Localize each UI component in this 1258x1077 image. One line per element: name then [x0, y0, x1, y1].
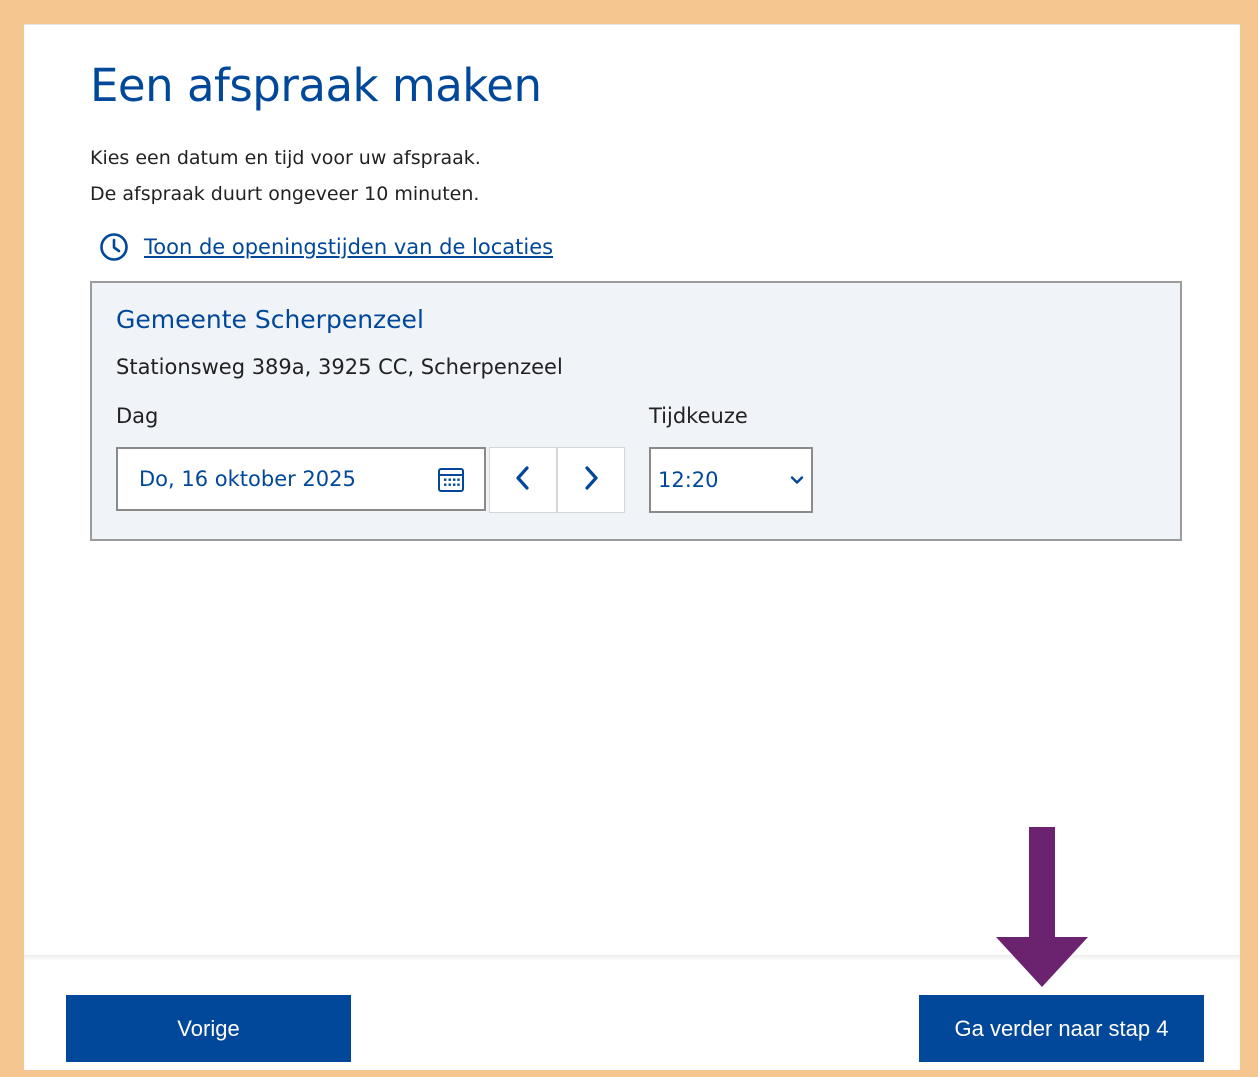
- opening-hours-link[interactable]: Toon de openingstijden van de locaties: [144, 235, 553, 259]
- location-name: Gemeente Scherpenzeel: [116, 305, 424, 334]
- appointment-page: Een afspraak maken Kies een datum en tij…: [24, 24, 1240, 1070]
- page-title: Een afspraak maken: [90, 59, 542, 112]
- time-select[interactable]: 12:20: [649, 447, 813, 513]
- clock-icon: [98, 231, 130, 263]
- next-day-button[interactable]: [557, 447, 625, 513]
- chevron-right-icon: [581, 465, 601, 496]
- chevron-down-icon: [789, 472, 805, 488]
- previous-day-button[interactable]: [489, 447, 557, 513]
- calendar-icon[interactable]: [436, 464, 466, 494]
- day-label: Dag: [116, 404, 159, 428]
- intro-text-date-time: Kies een datum en tijd voor uw afspraak.: [90, 147, 481, 169]
- arrow-down-icon: [996, 827, 1088, 989]
- location-address: Stationsweg 389a, 3925 CC, Scherpenzeel: [116, 355, 563, 379]
- date-picker-field[interactable]: Do, 16 oktober 2025: [116, 447, 486, 511]
- selected-time: 12:20: [658, 468, 719, 492]
- next-step-button[interactable]: Ga verder naar stap 4: [919, 995, 1204, 1062]
- selected-date: Do, 16 oktober 2025: [139, 467, 356, 491]
- intro-text-duration: De afspraak duurt ongeveer 10 minuten.: [90, 183, 480, 205]
- location-card: Gemeente Scherpenzeel Stationsweg 389a, …: [90, 281, 1182, 541]
- opening-hours-row: Toon de openingstijden van de locaties: [98, 231, 553, 263]
- chevron-left-icon: [513, 465, 533, 496]
- time-label: Tijdkeuze: [649, 404, 748, 428]
- previous-button[interactable]: Vorige: [66, 995, 351, 1062]
